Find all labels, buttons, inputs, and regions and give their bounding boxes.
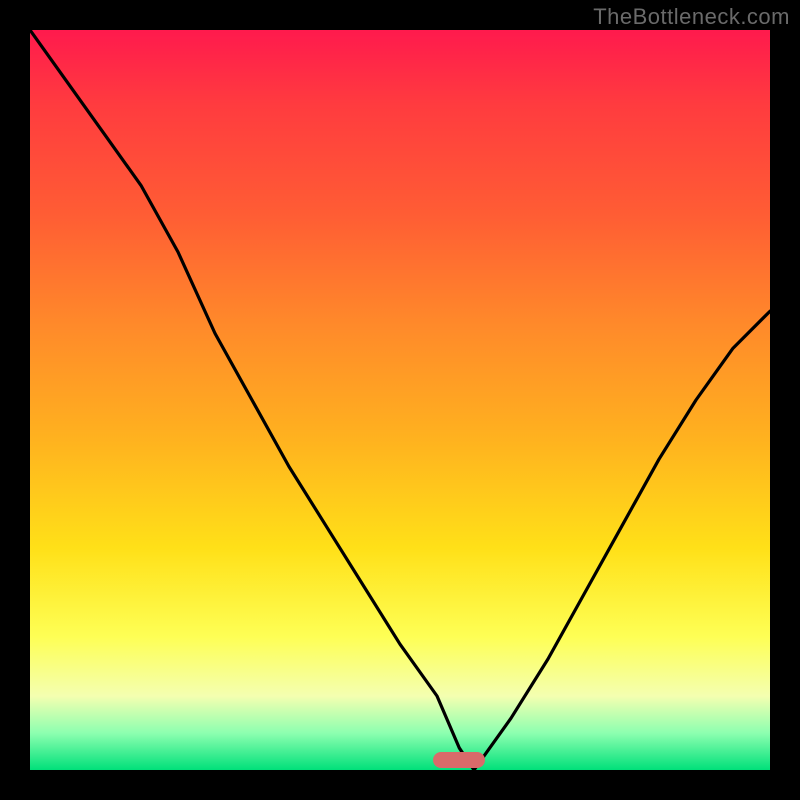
chart-frame: TheBottleneck.com — [0, 0, 800, 800]
plot-area — [30, 30, 770, 770]
bottleneck-curve — [30, 30, 770, 770]
watermark-text: TheBottleneck.com — [593, 4, 790, 30]
optimal-range-marker — [433, 752, 485, 768]
